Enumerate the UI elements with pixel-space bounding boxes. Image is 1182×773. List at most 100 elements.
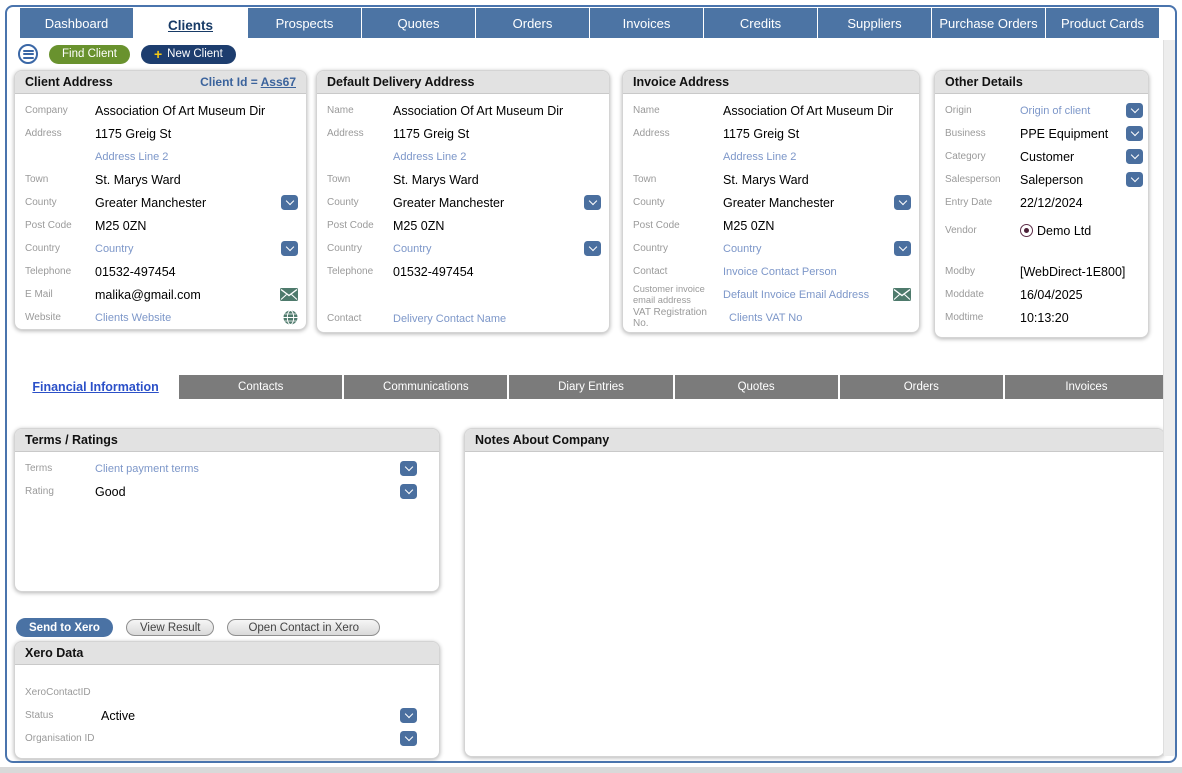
country-dropdown-button[interactable] bbox=[894, 241, 911, 256]
tab-clients[interactable]: Clients bbox=[133, 8, 247, 42]
status-field[interactable]: Active bbox=[101, 709, 393, 723]
delivery-contact-field[interactable]: Delivery Contact Name bbox=[393, 313, 601, 325]
panel-title: Notes About Company bbox=[475, 433, 609, 447]
field-row-vat: VAT Registration No.Clients VAT No bbox=[623, 306, 919, 329]
invoice-address2-field[interactable]: Address Line 2 bbox=[723, 151, 911, 163]
subtab-diary-entries[interactable]: Diary Entries bbox=[507, 375, 672, 399]
invoice-email-field[interactable]: Default Invoice Email Address bbox=[723, 289, 887, 301]
county-dropdown-button[interactable] bbox=[281, 195, 298, 210]
delivery-country-field[interactable]: Country bbox=[393, 243, 577, 255]
mail-icon[interactable] bbox=[280, 288, 298, 301]
tab-dashboard[interactable]: Dashboard bbox=[20, 8, 133, 38]
salesperson-field[interactable]: Saleperson bbox=[1020, 173, 1119, 187]
subtab-quotes[interactable]: Quotes bbox=[673, 375, 838, 399]
field-row-name: NameAssociation Of Art Museum Dir bbox=[623, 99, 919, 122]
tab-purchase-orders[interactable]: Purchase Orders bbox=[931, 8, 1045, 38]
invoice-postcode-field[interactable]: M25 0ZN bbox=[723, 219, 911, 233]
vat-field[interactable]: Clients VAT No bbox=[729, 312, 911, 324]
subtab-contacts[interactable]: Contacts bbox=[177, 375, 342, 399]
origin-field[interactable]: Origin of client bbox=[1020, 105, 1119, 117]
tab-orders[interactable]: Orders bbox=[475, 8, 589, 38]
invoice-town-field[interactable]: St. Marys Ward bbox=[723, 173, 911, 187]
salesperson-dropdown-button[interactable] bbox=[1126, 172, 1143, 187]
category-field[interactable]: Customer bbox=[1020, 150, 1119, 164]
county-field[interactable]: Greater Manchester bbox=[95, 196, 274, 210]
tab-prospects[interactable]: Prospects bbox=[247, 8, 361, 38]
field-row-country: CountryCountry bbox=[623, 237, 919, 260]
view-result-button[interactable]: View Result bbox=[126, 619, 215, 636]
vendor-radio[interactable] bbox=[1020, 224, 1033, 237]
field-row-county: CountyGreater Manchester bbox=[317, 191, 609, 214]
subtab-financial-information[interactable]: Financial Information bbox=[14, 375, 177, 399]
delivery-address2-field[interactable]: Address Line 2 bbox=[393, 151, 601, 163]
delivery-telephone-field[interactable]: 01532-497454 bbox=[393, 265, 601, 279]
country-dropdown-button[interactable] bbox=[281, 241, 298, 256]
field-row-rating: RatingGood bbox=[15, 480, 439, 503]
terms-dropdown-button[interactable] bbox=[400, 461, 417, 476]
field-row-address2: Address Line 2 bbox=[623, 145, 919, 168]
subtab-communications[interactable]: Communications bbox=[342, 375, 507, 399]
country-field[interactable]: Country bbox=[95, 243, 274, 255]
invoice-contact-field[interactable]: Invoice Contact Person bbox=[723, 266, 911, 278]
tab-product-cards[interactable]: Product Cards bbox=[1045, 8, 1159, 38]
field-row-modtime: Modtime10:13:20 bbox=[935, 306, 1148, 329]
invoice-county-field[interactable]: Greater Manchester bbox=[723, 196, 887, 210]
new-client-button[interactable]: +New Client bbox=[141, 45, 236, 64]
delivery-town-field[interactable]: St. Marys Ward bbox=[393, 173, 601, 187]
field-row-town: TownSt. Marys Ward bbox=[15, 168, 306, 191]
town-field[interactable]: St. Marys Ward bbox=[95, 173, 298, 187]
terms-field[interactable]: Client payment terms bbox=[95, 463, 393, 475]
client-address-panel: Client Address Client Id = Ass67 Company… bbox=[14, 70, 307, 330]
company-field[interactable]: Association Of Art Museum Dir bbox=[95, 104, 298, 118]
field-row-country: CountryCountry bbox=[317, 237, 609, 260]
website-field[interactable]: Clients Website bbox=[95, 312, 274, 324]
delivery-name-field[interactable]: Association Of Art Museum Dir bbox=[393, 104, 601, 118]
category-dropdown-button[interactable] bbox=[1126, 149, 1143, 164]
panel-title: Terms / Ratings bbox=[25, 433, 118, 447]
invoice-name-field[interactable]: Association Of Art Museum Dir bbox=[723, 104, 911, 118]
county-dropdown-button[interactable] bbox=[894, 195, 911, 210]
postcode-field[interactable]: M25 0ZN bbox=[95, 219, 298, 233]
entry-date-field[interactable]: 22/12/2024 bbox=[1020, 196, 1140, 210]
field-row-address2: Address Line 2 bbox=[317, 145, 609, 168]
telephone-field[interactable]: 01532-497454 bbox=[95, 265, 298, 279]
address-field[interactable]: 1175 Greig St bbox=[95, 127, 298, 141]
globe-icon[interactable] bbox=[283, 310, 298, 325]
subtab-orders[interactable]: Orders bbox=[838, 375, 1003, 399]
county-dropdown-button[interactable] bbox=[584, 195, 601, 210]
client-id-link[interactable]: Ass67 bbox=[261, 75, 296, 89]
rating-field[interactable]: Good bbox=[95, 485, 393, 499]
mail-icon[interactable] bbox=[893, 288, 911, 301]
field-row-salesperson: SalespersonSaleperson bbox=[935, 168, 1148, 191]
tab-suppliers[interactable]: Suppliers bbox=[817, 8, 931, 38]
invoice-address-field[interactable]: 1175 Greig St bbox=[723, 127, 911, 141]
country-dropdown-button[interactable] bbox=[584, 241, 601, 256]
delivery-county-field[interactable]: Greater Manchester bbox=[393, 196, 577, 210]
business-field[interactable]: PPE Equipment bbox=[1020, 127, 1119, 141]
business-dropdown-button[interactable] bbox=[1126, 126, 1143, 141]
field-row-town: TownSt. Marys Ward bbox=[317, 168, 609, 191]
panel-title: Default Delivery Address bbox=[327, 75, 475, 89]
email-field[interactable]: malika@gmail.com bbox=[95, 288, 274, 302]
rating-dropdown-button[interactable] bbox=[400, 484, 417, 499]
delivery-address-field[interactable]: 1175 Greig St bbox=[393, 127, 601, 141]
field-row-address: Address1175 Greig St bbox=[15, 122, 306, 145]
find-client-button[interactable]: Find Client bbox=[49, 45, 130, 64]
subtab-invoices[interactable]: Invoices bbox=[1003, 375, 1168, 399]
vertical-scrollbar[interactable] bbox=[1163, 40, 1175, 756]
field-row-category: CategoryCustomer bbox=[935, 145, 1148, 168]
menu-icon[interactable] bbox=[18, 44, 38, 64]
address2-field[interactable]: Address Line 2 bbox=[95, 151, 298, 163]
open-contact-in-xero-button[interactable]: Open Contact in Xero bbox=[227, 619, 380, 636]
tab-credits[interactable]: Credits bbox=[703, 8, 817, 38]
invoice-country-field[interactable]: Country bbox=[723, 243, 887, 255]
modtime-field: 10:13:20 bbox=[1020, 311, 1140, 325]
origin-dropdown-button[interactable] bbox=[1126, 103, 1143, 118]
notes-textarea[interactable] bbox=[465, 452, 1164, 756]
status-dropdown-button[interactable] bbox=[400, 708, 417, 723]
organisation-id-dropdown-button[interactable] bbox=[400, 731, 417, 746]
tab-quotes[interactable]: Quotes bbox=[361, 8, 475, 38]
send-to-xero-button[interactable]: Send to Xero bbox=[16, 618, 113, 637]
tab-invoices[interactable]: Invoices bbox=[589, 8, 703, 38]
delivery-postcode-field[interactable]: M25 0ZN bbox=[393, 219, 601, 233]
